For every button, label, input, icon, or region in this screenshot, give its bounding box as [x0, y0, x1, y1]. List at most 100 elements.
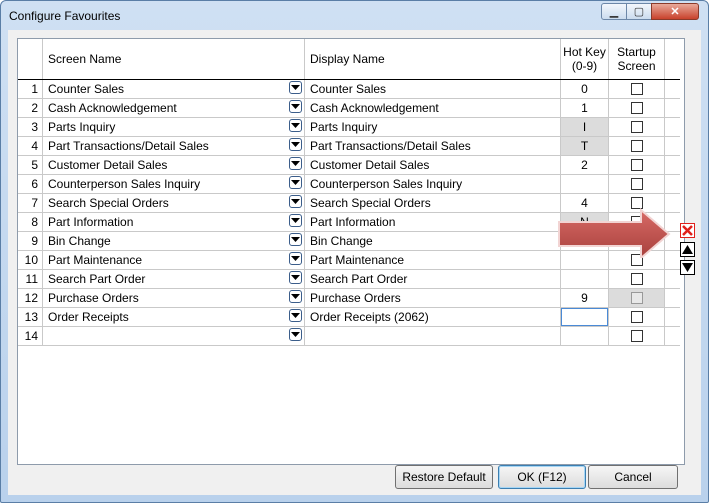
- screen-dropdown-button[interactable]: [289, 80, 302, 94]
- startup-screen-cell[interactable]: [608, 155, 665, 175]
- screen-dropdown-button[interactable]: [289, 194, 302, 208]
- hot-key-cell[interactable]: I: [560, 117, 609, 137]
- table-row[interactable]: 3 Parts Inquiry Parts Inquiry I: [18, 117, 680, 137]
- startup-screen-cell[interactable]: [608, 269, 665, 289]
- cancel-button[interactable]: Cancel: [588, 465, 678, 489]
- hot-key-cell[interactable]: [560, 174, 609, 194]
- startup-checkbox[interactable]: [630, 102, 643, 115]
- maximize-button[interactable]: ▢: [626, 3, 652, 20]
- startup-checkbox[interactable]: [630, 83, 643, 96]
- screen-name-cell[interactable]: Bin Change: [42, 231, 305, 251]
- screen-dropdown-button[interactable]: [289, 213, 302, 227]
- table-row[interactable]: 12 Purchase Orders Purchase Orders 9: [18, 288, 680, 308]
- startup-checkbox[interactable]: [630, 273, 643, 286]
- screen-name-cell[interactable]: Purchase Orders: [42, 288, 305, 308]
- display-name-cell[interactable]: Order Receipts (2062): [304, 307, 561, 327]
- move-down-button[interactable]: [680, 260, 695, 275]
- display-name-cell[interactable]: Cash Acknowledgement: [304, 98, 561, 118]
- restore-default-button[interactable]: Restore Default: [395, 465, 493, 489]
- startup-screen-cell[interactable]: [608, 326, 665, 346]
- screen-dropdown-button[interactable]: [289, 137, 302, 151]
- hot-key-cell[interactable]: [560, 269, 609, 289]
- screen-dropdown-button[interactable]: [289, 327, 302, 341]
- hot-key-cell[interactable]: 9: [560, 288, 609, 308]
- display-name-cell[interactable]: Parts Inquiry: [304, 117, 561, 137]
- startup-screen-cell[interactable]: [608, 307, 665, 327]
- startup-screen-cell[interactable]: [608, 288, 665, 308]
- table-row[interactable]: 6 Counterperson Sales Inquiry Counterperso…: [18, 174, 680, 194]
- screen-name-cell[interactable]: Cash Acknowledgement: [42, 98, 305, 118]
- screen-name-cell[interactable]: Search Special Orders: [42, 193, 305, 213]
- screen-name-cell[interactable]: Parts Inquiry: [42, 117, 305, 137]
- display-name-cell[interactable]: Part Maintenance: [304, 250, 561, 270]
- display-name-cell[interactable]: Counterperson Sales Inquiry: [304, 174, 561, 194]
- startup-checkbox[interactable]: [630, 311, 643, 324]
- screen-dropdown-button[interactable]: [289, 99, 302, 113]
- screen-dropdown-button[interactable]: [289, 270, 302, 284]
- startup-checkbox[interactable]: [630, 178, 643, 191]
- move-up-button[interactable]: [680, 242, 695, 257]
- chevron-down-icon: [291, 179, 300, 185]
- startup-checkbox[interactable]: [630, 159, 643, 172]
- row-filler: [664, 269, 680, 289]
- screen-dropdown-button[interactable]: [289, 251, 302, 265]
- screen-name-cell[interactable]: Order Receipts: [42, 307, 305, 327]
- row-number: 5: [18, 155, 43, 175]
- screen-name-cell[interactable]: Part Transactions/Detail Sales: [42, 136, 305, 156]
- chevron-down-icon: [291, 141, 300, 147]
- table-row[interactable]: 13 Order Receipts Order Receipts (2062): [18, 307, 680, 327]
- hot-key-cell[interactable]: 1: [560, 98, 609, 118]
- hot-key-cell[interactable]: 0: [560, 79, 609, 99]
- table-row[interactable]: 4 Part Transactions/Detail Sales Part Tran…: [18, 136, 680, 156]
- startup-checkbox[interactable]: [630, 121, 643, 134]
- table-row[interactable]: 1 Counter Sales Counter Sales 0: [18, 79, 680, 99]
- startup-checkbox[interactable]: [630, 140, 643, 153]
- hot-key-header[interactable]: Hot Key (0-9): [560, 39, 609, 80]
- minimize-button[interactable]: ▁: [601, 3, 627, 20]
- startup-screen-cell[interactable]: [608, 174, 665, 194]
- close-button[interactable]: ✕: [651, 3, 699, 20]
- startup-checkbox[interactable]: [630, 292, 643, 305]
- startup-screen-header[interactable]: Startup Screen: [608, 39, 665, 80]
- screen-name-cell[interactable]: Counter Sales: [42, 79, 305, 99]
- ok-button[interactable]: OK (F12): [498, 465, 586, 489]
- table-row[interactable]: 11 Search Part Order Search Part Order: [18, 269, 680, 289]
- screen-name-cell[interactable]: Counterperson Sales Inquiry: [42, 174, 305, 194]
- screen-name-cell[interactable]: [42, 326, 305, 346]
- screen-dropdown-button[interactable]: [289, 308, 302, 322]
- hot-key-cell[interactable]: [560, 307, 609, 327]
- startup-screen-cell[interactable]: [608, 117, 665, 137]
- screen-name-cell[interactable]: Customer Detail Sales: [42, 155, 305, 175]
- display-name-cell[interactable]: Bin Change: [304, 231, 561, 251]
- screen-name-header[interactable]: Screen Name: [42, 39, 305, 80]
- startup-screen-cell[interactable]: [608, 79, 665, 99]
- display-name-cell[interactable]: Search Special Orders: [304, 193, 561, 213]
- display-name-cell[interactable]: Counter Sales: [304, 79, 561, 99]
- table-row[interactable]: 5 Customer Detail Sales Customer Detail Sa…: [18, 155, 680, 175]
- display-name-cell[interactable]: [304, 326, 561, 346]
- hot-key-cell[interactable]: [560, 326, 609, 346]
- screen-dropdown-button[interactable]: [289, 232, 302, 246]
- display-name-cell[interactable]: Customer Detail Sales: [304, 155, 561, 175]
- hot-key-cell[interactable]: T: [560, 136, 609, 156]
- screen-name-cell[interactable]: Search Part Order: [42, 269, 305, 289]
- screen-name-cell[interactable]: Part Information: [42, 212, 305, 232]
- table-row[interactable]: 2 Cash Acknowledgement Cash Acknowledgemen…: [18, 98, 680, 118]
- screen-dropdown-button[interactable]: [289, 175, 302, 189]
- startup-screen-cell[interactable]: [608, 98, 665, 118]
- screen-dropdown-button[interactable]: [289, 289, 302, 303]
- hot-key-cell[interactable]: 2: [560, 155, 609, 175]
- table-row[interactable]: 14: [18, 326, 680, 346]
- startup-checkbox[interactable]: [630, 330, 643, 343]
- display-name-cell[interactable]: Search Part Order: [304, 269, 561, 289]
- screen-dropdown-button[interactable]: [289, 156, 302, 170]
- screen-dropdown-button[interactable]: [289, 118, 302, 132]
- screen-name-cell[interactable]: Part Maintenance: [42, 250, 305, 270]
- display-name-cell[interactable]: Part Transactions/Detail Sales: [304, 136, 561, 156]
- display-name-header[interactable]: Display Name: [304, 39, 561, 80]
- up-triangle-icon: [682, 245, 693, 254]
- display-name-cell[interactable]: Part Information: [304, 212, 561, 232]
- delete-row-button[interactable]: [680, 223, 695, 238]
- display-name-cell[interactable]: Purchase Orders: [304, 288, 561, 308]
- startup-screen-cell[interactable]: [608, 136, 665, 156]
